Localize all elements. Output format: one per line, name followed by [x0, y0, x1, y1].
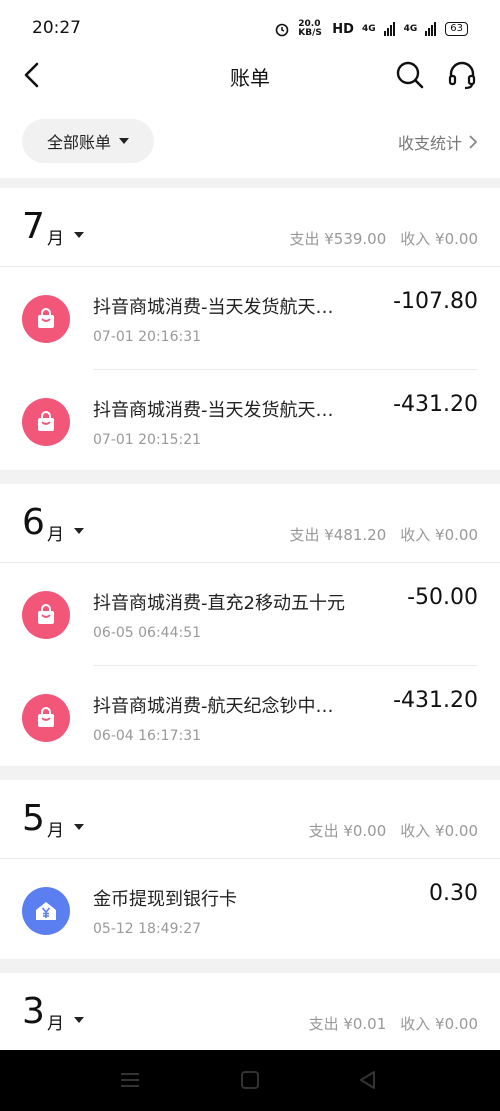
- chevron-right-icon: [469, 135, 478, 149]
- month-section: 5 月 支出 ¥0.00 收入 ¥0.00 金币提现到银行卡 05-12 18:4…: [0, 780, 500, 959]
- month-summary: 支出 ¥0.01 收入 ¥0.00: [295, 1013, 478, 1034]
- bill-amount: -431.20: [393, 688, 478, 713]
- shopping-bag-icon: [22, 694, 70, 742]
- bill-date: 07-01 20:15:21: [93, 432, 202, 448]
- bill-row[interactable]: 抖音商城消费-当天发货航天… 07-01 20:15:21 -431.20: [0, 370, 500, 473]
- caret-down-icon[interactable]: [74, 824, 84, 830]
- month-summary: 支出 ¥539.00 收入 ¥0.00: [275, 228, 478, 249]
- month-unit: 月: [47, 1014, 64, 1034]
- bill-row[interactable]: 抖音商城消费-航天纪念钞中… 06-04 16:17:31 -431.20: [0, 666, 500, 769]
- month-section: 7 月 支出 ¥539.00 收入 ¥0.00 抖音商城消费-当天发货航天… 07…: [0, 188, 500, 470]
- month-number[interactable]: 5: [22, 798, 45, 839]
- status-icons: 20.0 KB/S HD 4G 4G 63: [274, 20, 468, 38]
- bill-name: 金币提现到银行卡: [93, 889, 237, 910]
- month-unit: 月: [47, 821, 64, 841]
- bill-date: 06-04 16:17:31: [93, 728, 202, 744]
- signal-4g-1: 4G: [361, 24, 376, 34]
- month-summary: 支出 ¥481.20 收入 ¥0.00: [275, 524, 478, 545]
- month-income: 收入 ¥0.00: [400, 1015, 478, 1033]
- signal-4g-2: 4G: [403, 24, 418, 34]
- app-header: 账单: [0, 50, 500, 102]
- bill-amount: 0.30: [429, 881, 478, 906]
- month-header: 3 月 支出 ¥0.01 收入 ¥0.00: [0, 973, 500, 1051]
- bill-row[interactable]: 抖音商城消费-直充2移动五十元 06-05 06:44:51 -50.00: [0, 563, 500, 666]
- bill-amount: -50.00: [407, 585, 478, 610]
- bill-date: 07-01 20:16:31: [93, 329, 202, 345]
- headset-icon[interactable]: [446, 59, 478, 91]
- month-unit: 月: [47, 229, 64, 249]
- filter-bar: 全部账单 收支统计: [0, 102, 500, 178]
- search-icon[interactable]: [394, 59, 426, 91]
- hd-indicator: HD: [332, 21, 354, 37]
- signal-bars-icon: [425, 22, 437, 36]
- bill-date: 05-12 18:49:27: [93, 921, 202, 937]
- home-icon[interactable]: [238, 1068, 262, 1092]
- shopping-bag-icon: [22, 591, 70, 639]
- month-number[interactable]: 6: [22, 502, 45, 543]
- alarm-icon: [275, 23, 289, 37]
- month-summary: 支出 ¥0.00 收入 ¥0.00: [295, 820, 478, 841]
- bill-amount: -107.80: [393, 289, 478, 314]
- month-unit: 月: [47, 525, 64, 545]
- caret-down-icon[interactable]: [74, 232, 84, 238]
- month-number[interactable]: 3: [22, 991, 45, 1032]
- month-income: 收入 ¥0.00: [400, 822, 478, 840]
- system-nav-bar: [0, 1050, 500, 1111]
- bill-name: 抖音商城消费-当天发货航天…: [93, 400, 334, 421]
- shopping-bag-icon: [22, 398, 70, 446]
- caret-down-icon: [119, 138, 129, 144]
- bill-name: 抖音商城消费-当天发货航天…: [93, 297, 334, 318]
- bill-filter-button[interactable]: 全部账单: [22, 119, 154, 163]
- bill-date: 06-05 06:44:51: [93, 625, 202, 641]
- month-expense: 支出 ¥0.00: [308, 822, 387, 840]
- bill-row[interactable]: 抖音商城消费-当天发货航天… 07-01 20:16:31 -107.80: [0, 267, 500, 370]
- bill-row[interactable]: 金币提现到银行卡 05-12 18:49:27 0.30: [0, 859, 500, 962]
- caret-down-icon[interactable]: [74, 1017, 84, 1023]
- month-expense: 支出 ¥481.20: [289, 526, 387, 544]
- month-expense: 支出 ¥0.01: [308, 1015, 387, 1033]
- back-icon[interactable]: [356, 1068, 380, 1092]
- month-income: 收入 ¥0.00: [400, 526, 478, 544]
- month-income: 收入 ¥0.00: [400, 230, 478, 248]
- menu-icon[interactable]: [118, 1068, 142, 1092]
- filter-label: 全部账单: [46, 133, 111, 152]
- shopping-bag-icon: [22, 295, 70, 343]
- signal-bars-icon: [383, 22, 395, 36]
- yuan-house-icon: [22, 887, 70, 935]
- month-section: 3 月 支出 ¥0.01 收入 ¥0.00: [0, 973, 500, 1050]
- month-header: 6 月 支出 ¥481.20 收入 ¥0.00: [0, 484, 500, 563]
- network-speed: 20.0 KB/S: [298, 19, 322, 38]
- bill-amount: -431.20: [393, 392, 478, 417]
- caret-down-icon[interactable]: [74, 528, 84, 534]
- month-header: 7 月 支出 ¥539.00 收入 ¥0.00: [0, 188, 500, 267]
- bill-name: 抖音商城消费-直充2移动五十元: [93, 593, 345, 614]
- month-header: 5 月 支出 ¥0.00 收入 ¥0.00: [0, 780, 500, 859]
- stats-label: 收支统计: [397, 134, 462, 153]
- battery-indicator: 63: [445, 22, 468, 36]
- month-expense: 支出 ¥539.00: [289, 230, 387, 248]
- month-number[interactable]: 7: [22, 206, 45, 247]
- bill-name: 抖音商城消费-航天纪念钞中…: [93, 696, 334, 717]
- month-section: 6 月 支出 ¥481.20 收入 ¥0.00 抖音商城消费-直充2移动五十元 0…: [0, 484, 500, 766]
- stats-link[interactable]: 收支统计: [398, 130, 478, 154]
- status-time: 20:27: [32, 18, 81, 38]
